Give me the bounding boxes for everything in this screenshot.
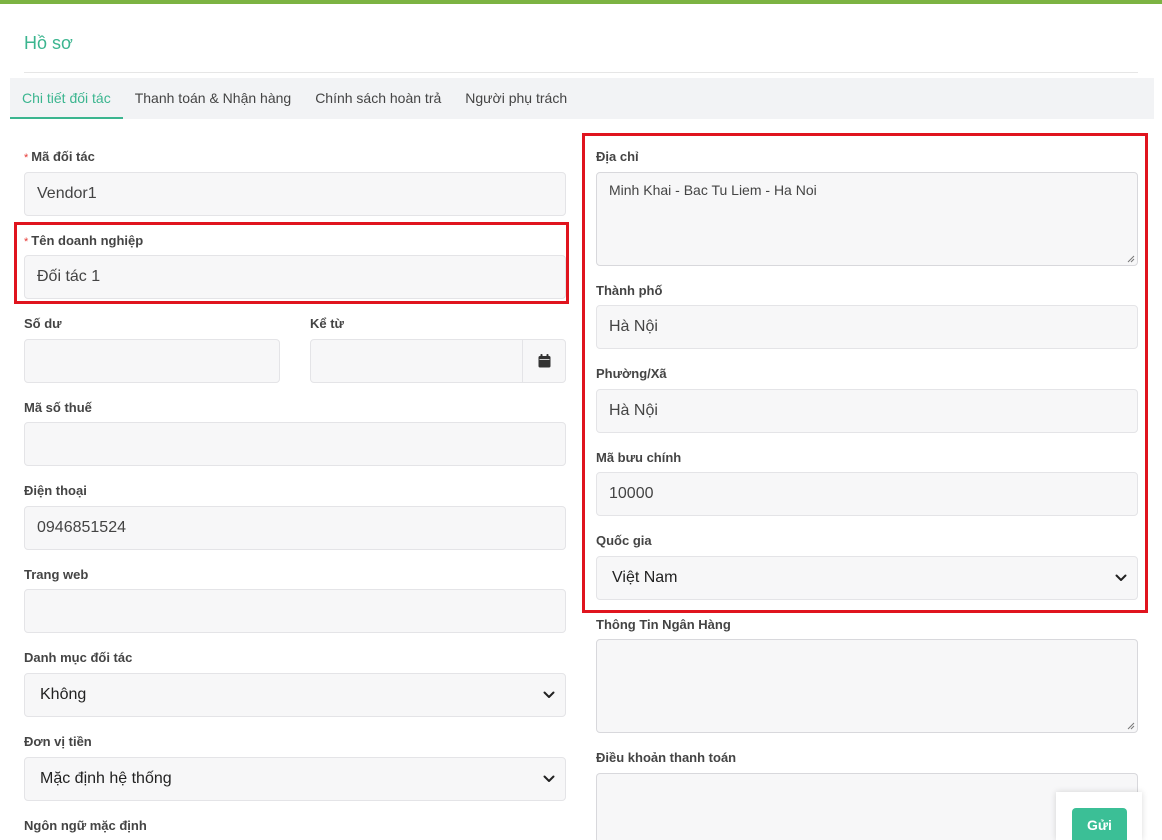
highlight-company-name (14, 222, 569, 304)
calendar-icon (538, 354, 551, 368)
tab-bar: Chi tiết đối tác Thanh toán & Nhận hàng … (10, 78, 1154, 119)
title-divider (24, 72, 1138, 73)
vendor-code-label-text: Mã đối tác (31, 149, 95, 164)
chevron-down-icon (543, 691, 555, 698)
phone-input[interactable]: 0946851524 (24, 506, 566, 550)
language-label: Ngôn ngữ mặc định (24, 818, 147, 833)
send-button-container: Gửi (1056, 792, 1142, 840)
vendor-code-input[interactable]: Vendor1 (24, 172, 566, 216)
category-selected-value: Không (40, 686, 87, 703)
currency-label: Đơn vị tiền (24, 734, 92, 749)
bank-info-label: Thông Tin Ngân Hàng (596, 617, 731, 632)
page-title: Hồ sơ (24, 33, 73, 53)
tab-person-in-charge[interactable]: Người phụ trách (453, 78, 579, 119)
highlight-address-section (582, 133, 1148, 613)
currency-selected-value: Mặc định hệ thống (40, 770, 172, 787)
resize-grip-icon[interactable] (1127, 722, 1135, 730)
phone-label: Điện thoại (24, 483, 87, 498)
category-select[interactable]: Không (24, 673, 566, 717)
payment-terms-label: Điều khoản thanh toán (596, 750, 737, 765)
since-label: Kể từ (310, 316, 344, 331)
tab-payment-receiving[interactable]: Thanh toán & Nhận hàng (123, 78, 303, 119)
required-marker: * (24, 152, 29, 164)
chevron-down-icon (543, 775, 555, 782)
since-date-input[interactable] (310, 339, 566, 383)
website-label: Trang web (24, 567, 89, 582)
tax-code-input[interactable] (24, 422, 566, 466)
bank-info-textarea[interactable] (596, 639, 1138, 733)
category-label: Danh mục đối tác (24, 650, 133, 665)
tab-return-policy[interactable]: Chính sách hoàn trả (303, 78, 453, 119)
top-accent-bar (0, 0, 1162, 4)
website-input[interactable] (24, 589, 566, 633)
tab-partner-details[interactable]: Chi tiết đối tác (10, 78, 123, 119)
calendar-button[interactable] (522, 340, 565, 382)
balance-label: Số dư (24, 316, 62, 331)
tax-code-label: Mã số thuế (24, 400, 92, 415)
balance-input[interactable] (24, 339, 280, 383)
send-button[interactable]: Gửi (1072, 808, 1127, 840)
currency-select[interactable]: Mặc định hệ thống (24, 757, 566, 801)
vendor-code-label: * Mã đối tác (24, 149, 95, 164)
